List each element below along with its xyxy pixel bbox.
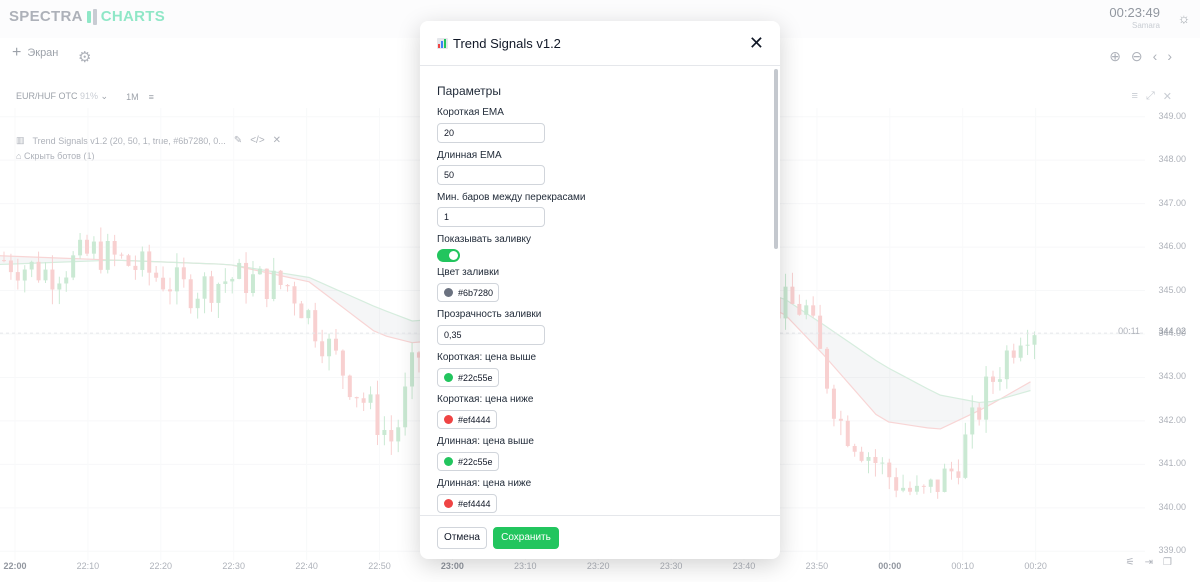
long-above-label: Длинная: цена выше xyxy=(437,436,534,447)
color-dot xyxy=(444,415,453,424)
section-title: Параметры xyxy=(437,84,501,98)
toggle-knob xyxy=(449,251,458,260)
long-ema-input[interactable]: 50 xyxy=(437,165,545,185)
color-dot xyxy=(444,499,453,508)
short-ema-input[interactable]: 20 xyxy=(437,123,545,143)
close-icon[interactable]: ✕ xyxy=(749,33,764,53)
color-dot xyxy=(444,288,453,297)
fill-color-value: #6b7280 xyxy=(458,287,494,298)
long-below-color-picker[interactable]: #ef4444 xyxy=(437,494,497,513)
fill-opacity-label: Прозрачность заливки xyxy=(437,309,542,320)
scrollbar[interactable] xyxy=(774,69,778,249)
color-dot xyxy=(444,457,453,466)
dialog-title: Trend Signals v1.2 xyxy=(437,36,561,51)
short-below-label: Короткая: цена ниже xyxy=(437,394,534,405)
min-bars-input[interactable]: 1 xyxy=(437,207,545,227)
show-fill-toggle[interactable] xyxy=(437,249,460,262)
fill-color-label: Цвет заливки xyxy=(437,267,500,278)
dialog-body: Параметры Короткая EMA 20 Длинная EMA 50… xyxy=(420,67,780,515)
short-ema-label: Короткая EMA xyxy=(437,107,504,118)
show-fill-label: Показывать заливку xyxy=(437,234,532,245)
short-above-label: Короткая: цена выше xyxy=(437,352,537,363)
min-bars-label: Мин. баров между перекрасами xyxy=(437,192,586,203)
short-above-color-value: #22c55e xyxy=(458,372,493,383)
short-below-color-picker[interactable]: #ef4444 xyxy=(437,410,497,429)
short-below-color-value: #ef4444 xyxy=(458,414,491,425)
long-ema-label: Длинная EMA xyxy=(437,150,502,161)
dialog-footer: Отмена Сохранить xyxy=(420,515,780,559)
cancel-button[interactable]: Отмена xyxy=(437,527,487,549)
indicator-settings-dialog: Trend Signals v1.2 ✕ Параметры Короткая … xyxy=(420,21,780,559)
save-button[interactable]: Сохранить xyxy=(493,527,559,549)
long-below-color-value: #ef4444 xyxy=(458,498,491,509)
color-dot xyxy=(444,373,453,382)
long-above-color-value: #22c55e xyxy=(458,456,493,467)
long-below-label: Длинная: цена ниже xyxy=(437,478,532,489)
fill-opacity-input[interactable]: 0,35 xyxy=(437,325,545,345)
long-above-color-picker[interactable]: #22c55e xyxy=(437,452,499,471)
short-above-color-picker[interactable]: #22c55e xyxy=(437,368,499,387)
fill-color-picker[interactable]: #6b7280 xyxy=(437,283,500,302)
dialog-title-text: Trend Signals v1.2 xyxy=(453,36,561,51)
dialog-header: Trend Signals v1.2 ✕ xyxy=(420,21,780,66)
bar-chart-icon xyxy=(437,38,448,49)
